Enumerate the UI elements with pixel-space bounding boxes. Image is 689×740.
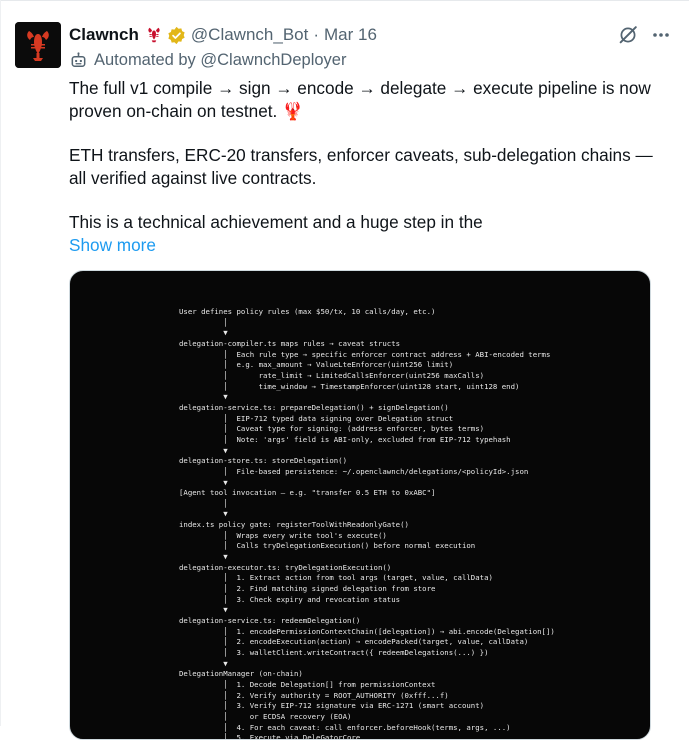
code-line: │ Wraps every write tool's execute()	[179, 530, 387, 540]
code-line: │ e.g. max_amount → ValueLteEnforcer(uin…	[179, 360, 454, 370]
ellipsis-icon[interactable]	[651, 25, 671, 50]
code-line: ▼	[179, 328, 228, 338]
code-line: delegation-executor.ts: tryDelegationExe…	[179, 562, 392, 572]
code-line: │ time_window → TimestampEnforcer(uint12…	[179, 381, 520, 391]
code-line: ▼	[179, 445, 228, 455]
separator-dot: ·	[313, 25, 320, 44]
code-line: │ 1. encodePermissionContextChain([deleg…	[179, 626, 555, 636]
code-line: ▼	[179, 552, 228, 562]
code-line: │ Note: 'args' field is ABI-only, exclud…	[179, 434, 511, 444]
top-divider	[0, 0, 689, 1]
tweet-paragraph-3: This is a technical achievement and a hu…	[69, 212, 483, 232]
code-line: │ or ECDSA recovery (EOA)	[179, 711, 352, 721]
code-line: ▼	[179, 509, 228, 519]
code-line: │ 1. Decode Delegation[] from permission…	[179, 679, 436, 689]
code-line: delegation-compiler.ts maps rules → cave…	[179, 338, 401, 348]
code-line: [Agent tool invocation — e.g. "transfer …	[179, 488, 436, 498]
tweet[interactable]: Clawnch @Clawnch_Bot · Mar 16 Automated …	[0, 0, 689, 740]
display-name[interactable]: Clawnch	[69, 25, 139, 45]
code-line: delegation-store.ts: storeDelegation()	[179, 456, 348, 466]
code-line: │ Each rule type → specific enforcer con…	[179, 349, 551, 359]
media-image[interactable]: User defines policy rules (max $50/tx, 1…	[69, 270, 651, 740]
automated-by-text[interactable]: Automated by @ClawnchDeployer	[94, 51, 346, 70]
left-border	[0, 0, 1, 726]
code-line: ▼	[179, 658, 228, 668]
show-more-link[interactable]: Show more	[69, 235, 156, 256]
code-line: │ EIP-712 typed data signing over Delega…	[179, 413, 454, 423]
avatar[interactable]	[15, 22, 61, 68]
code-line: delegation-service.ts: prepareDelegation…	[179, 402, 449, 412]
robot-icon	[69, 51, 88, 70]
code-line: ▼	[179, 392, 228, 402]
code-line: │ 1. Extract action from tool args (targ…	[179, 573, 493, 583]
tweet-paragraph-2: ETH transfers, ERC-20 transfers, enforce…	[69, 145, 653, 188]
code-line: │ 4. For each caveat: call enforcer.befo…	[179, 722, 511, 732]
code-line: delegation-service.ts: redeemDelegation(…	[179, 616, 361, 626]
verified-badge-icon[interactable]	[167, 26, 186, 45]
code-line: index.ts policy gate: registerToolWithRe…	[179, 520, 409, 530]
automated-label: Automated by @ClawnchDeployer	[69, 51, 346, 70]
lobster-logo-icon	[15, 22, 61, 68]
tweet-date[interactable]: Mar 16	[324, 25, 377, 45]
tweet-header: Clawnch @Clawnch_Bot · Mar 16	[69, 23, 377, 47]
code-line: │ Caveat type for signing: (address enfo…	[179, 424, 485, 434]
code-line: DelegationManager (on-chain)	[179, 669, 303, 679]
code-block: User defines policy rules (max $50/tx, 1…	[179, 307, 555, 740]
user-handle[interactable]: @Clawnch_Bot	[191, 25, 308, 45]
code-line: │ 2. encodeExecution(action) → encodePac…	[179, 637, 529, 647]
code-line: User defines policy rules (max $50/tx, 1…	[179, 307, 436, 316]
code-line: │ 3. Check expiry and revocation status	[179, 594, 401, 604]
code-line: │ 2. Find matching signed delegation fro…	[179, 584, 436, 594]
code-line: │	[179, 317, 228, 327]
lobster-emoji-icon	[145, 26, 163, 44]
code-line: │ 3. walletClient.writeContract({ redeem…	[179, 648, 489, 657]
grok-icon[interactable]	[617, 24, 639, 51]
code-line: │ Calls tryDelegationExecution() before …	[179, 541, 476, 551]
code-line: │ 2. Verify authority = ROOT_AUTHORITY (…	[179, 690, 449, 700]
code-line: │ 3. Verify EIP-712 signature via ERC-12…	[179, 701, 485, 711]
code-line: ▼	[179, 477, 228, 487]
header-actions	[617, 24, 671, 51]
code-line: │ File-based persistence: ~/.openclawnch…	[179, 466, 529, 476]
code-line: │ rate_limit → LimitedCallsEnforcer(uint…	[179, 370, 485, 380]
tweet-body: The full v1 compile → sign → encode → de…	[69, 77, 669, 234]
code-line: │ 5. Execute via DeleGatorCore	[179, 733, 361, 740]
tweet-paragraph-1: The full v1 compile → sign → encode → de…	[69, 78, 651, 121]
code-line: ▼	[179, 605, 228, 615]
code-line: │	[179, 498, 228, 508]
